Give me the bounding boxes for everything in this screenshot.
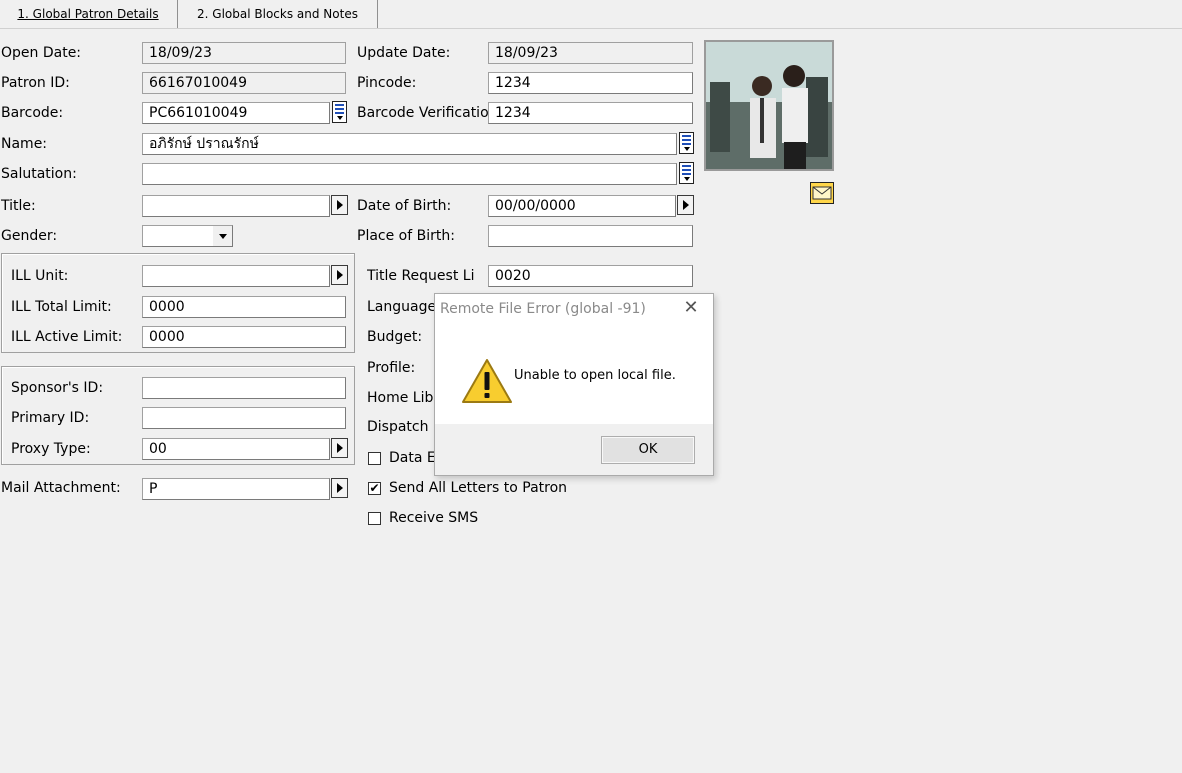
salutation-label: Salutation: — [1, 166, 77, 182]
profile-label: Profile: — [367, 360, 416, 376]
tab-bar: 1. Global Patron Details 2. Global Block… — [0, 0, 1182, 29]
date-of-birth-input[interactable]: 00/00/0000 — [488, 195, 676, 217]
tab-global-blocks-notes[interactable]: 2. Global Blocks and Notes — [177, 0, 378, 28]
chevron-down-icon — [218, 233, 227, 239]
salutation-input[interactable] — [142, 163, 677, 185]
language-label: Language — [367, 299, 437, 315]
pincode-input[interactable]: 1234 — [488, 72, 693, 94]
home-library-label: Home Libr — [367, 390, 440, 406]
sponsor-id-label: Sponsor's ID: — [11, 380, 104, 396]
receive-sms-label: Receive SMS — [389, 510, 479, 526]
name-input[interactable]: อภิรักษ์ ปราณรักษ์ — [142, 133, 677, 155]
title-label: Title: — [1, 198, 36, 214]
primary-id-input[interactable] — [142, 407, 346, 429]
place-of-birth-input[interactable] — [488, 225, 693, 247]
sponsor-id-input[interactable] — [142, 377, 346, 399]
barcode-input[interactable]: PC661010049 — [142, 102, 330, 124]
title-select[interactable] — [142, 195, 330, 217]
proxy-type-dropdown-button[interactable] — [331, 438, 348, 458]
warning-icon — [461, 357, 513, 405]
tab-global-patron-details[interactable]: 1. Global Patron Details — [0, 0, 176, 28]
barcode-verification-label: Barcode Verificatio — [357, 105, 488, 121]
title-dropdown-button[interactable] — [331, 195, 348, 215]
receive-sms-checkbox[interactable] — [368, 512, 381, 525]
proxy-type-label: Proxy Type: — [11, 441, 91, 457]
place-of-birth-label: Place of Birth: — [357, 228, 455, 244]
mail-attachment-select[interactable]: P — [142, 478, 330, 500]
barcode-verification-input[interactable]: 1234 — [488, 102, 693, 124]
chevron-right-icon — [336, 483, 343, 493]
ill-unit-label: ILL Unit: — [11, 268, 69, 284]
title-request-limit-input[interactable]: 0020 — [488, 265, 693, 287]
send-all-letters-checkbox[interactable]: ✔ — [368, 482, 381, 495]
chevron-right-icon — [336, 200, 343, 210]
salutation-list-button[interactable] — [679, 162, 694, 184]
date-of-birth-label: Date of Birth: — [357, 198, 452, 214]
name-list-button[interactable] — [679, 132, 694, 154]
update-date-label: Update Date: — [357, 45, 451, 61]
update-date-field: 18/09/23 — [488, 42, 693, 64]
patron-id-label: Patron ID: — [1, 75, 70, 91]
proxy-type-select[interactable]: 00 — [142, 438, 330, 460]
mail-attachment-label: Mail Attachment: — [1, 480, 121, 496]
chevron-right-icon — [336, 443, 343, 453]
gender-label: Gender: — [1, 228, 58, 244]
title-request-limit-label: Title Request Li — [367, 268, 475, 284]
ill-active-limit-input[interactable]: 0000 — [142, 326, 346, 348]
ill-total-limit-label: ILL Total Limit: — [11, 299, 112, 315]
open-date-field: 18/09/23 — [142, 42, 346, 64]
dialog-title: Remote File Error (global -91) — [440, 301, 646, 317]
data-e-checkbox[interactable] — [368, 452, 381, 465]
barcode-list-button[interactable] — [332, 101, 347, 123]
open-date-label: Open Date: — [1, 45, 82, 61]
chevron-right-icon — [682, 200, 689, 210]
budget-label: Budget: — [367, 329, 423, 345]
gender-dropdown-button[interactable] — [213, 226, 232, 246]
ill-total-limit-input[interactable]: 0000 — [142, 296, 346, 318]
data-e-label: Data E — [389, 450, 436, 466]
chevron-right-icon — [336, 270, 343, 280]
patron-photo-image — [706, 42, 832, 169]
patron-id-field: 66167010049 — [142, 72, 346, 94]
ok-button[interactable]: OK — [601, 436, 695, 464]
name-label: Name: — [1, 136, 48, 152]
ill-unit-dropdown-button[interactable] — [331, 265, 348, 285]
close-icon[interactable]: ✕ — [682, 299, 700, 317]
dialog-footer: OK — [435, 424, 713, 475]
mail-icon[interactable] — [810, 182, 834, 204]
ill-active-limit-label: ILL Active Limit: — [11, 329, 123, 345]
ill-unit-select[interactable] — [142, 265, 330, 287]
send-all-letters-label: Send All Letters to Patron — [389, 480, 568, 496]
dispatch-label: Dispatch I — [367, 419, 438, 435]
patron-photo — [704, 40, 834, 171]
error-dialog: Remote File Error (global -91) ✕ Unable … — [434, 293, 714, 476]
pincode-label: Pincode: — [357, 75, 417, 91]
barcode-label: Barcode: — [1, 105, 64, 121]
primary-id-label: Primary ID: — [11, 410, 90, 426]
envelope-icon — [812, 186, 832, 200]
date-of-birth-button[interactable] — [677, 195, 694, 215]
mail-attachment-dropdown-button[interactable] — [331, 478, 348, 498]
dialog-message: Unable to open local file. — [514, 368, 676, 383]
